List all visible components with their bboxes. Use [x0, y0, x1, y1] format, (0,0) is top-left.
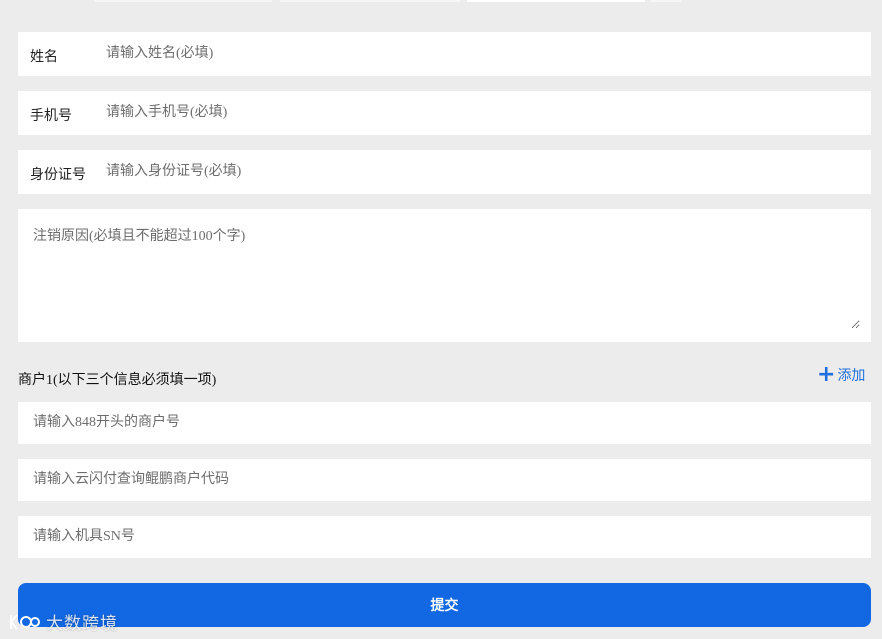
cloud-code-row [18, 459, 871, 501]
toolbar-segment [467, 0, 645, 2]
name-input[interactable] [106, 44, 846, 64]
sn-input[interactable] [33, 527, 833, 547]
toolbar-segment [94, 0, 272, 2]
watermark-text: 大数跨境 [46, 614, 118, 634]
name-row: 姓名 [18, 32, 871, 76]
merchant-section-title: 商户1(以下三个信息必须填一项) [18, 373, 217, 388]
submit-button[interactable]: 提交 [18, 583, 871, 627]
reason-row [18, 209, 871, 342]
watermark-logo-icon [10, 613, 40, 630]
cloud-code-input[interactable] [33, 470, 833, 490]
id-card-row: 身份证号 [18, 150, 871, 194]
reason-textarea[interactable] [26, 217, 860, 329]
sn-row [18, 516, 871, 558]
name-label: 姓名 [30, 49, 58, 65]
top-toolbar-remnant [0, 0, 882, 3]
add-merchant-label: 添加 [837, 368, 866, 384]
id-card-input[interactable] [106, 162, 846, 182]
toolbar-segment [280, 0, 460, 2]
phone-input[interactable] [106, 103, 846, 123]
merchant-no-input[interactable] [33, 413, 833, 433]
merchant-no-row [18, 402, 871, 444]
id-card-label: 身份证号 [30, 167, 86, 183]
phone-label: 手机号 [30, 108, 72, 124]
plus-icon: + [817, 362, 836, 387]
phone-row: 手机号 [18, 91, 871, 135]
toolbar-segment [651, 0, 681, 2]
watermark: 大数跨境 [8, 609, 118, 634]
add-merchant-button[interactable]: + 添加 [817, 362, 866, 387]
